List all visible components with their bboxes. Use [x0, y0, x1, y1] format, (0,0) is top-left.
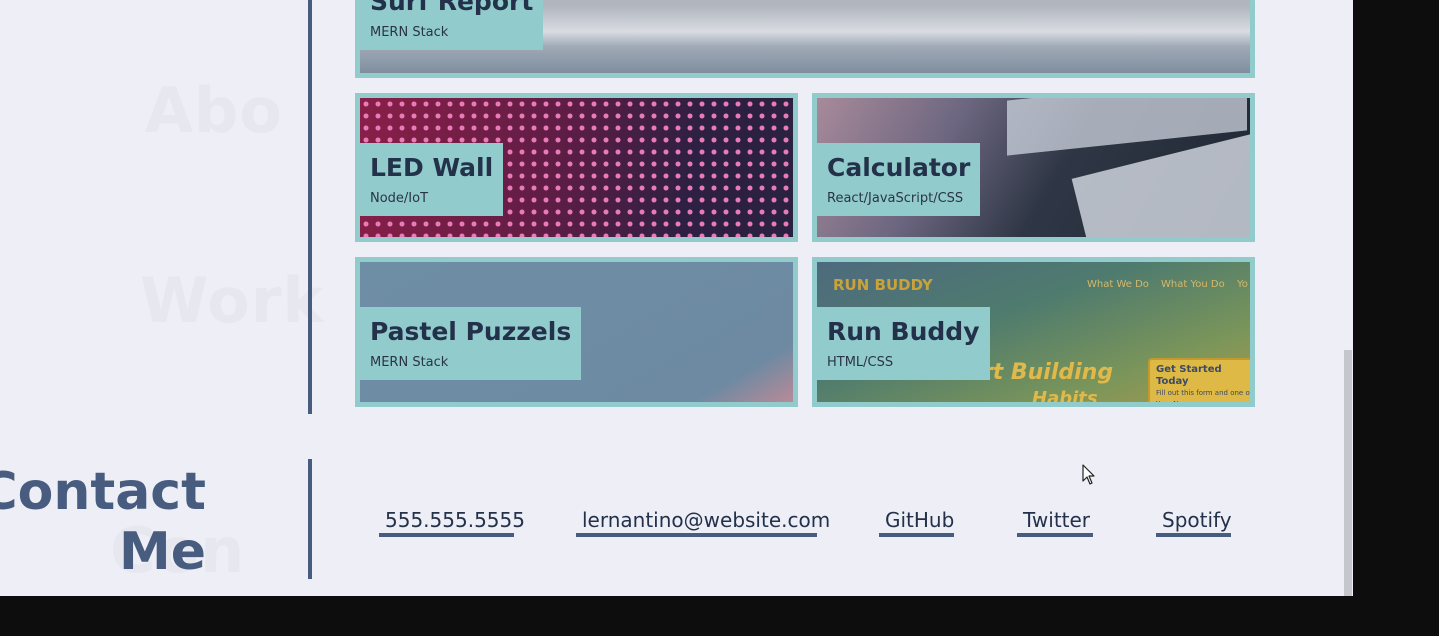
spotify-link[interactable]: Spotify: [1156, 507, 1232, 537]
contact-title-line-1: Contact: [0, 462, 206, 522]
project-title: Pastel Puzzels: [370, 317, 572, 346]
vertical-scrollbar[interactable]: [1339, 0, 1353, 596]
phone-link[interactable]: 555.555.5555: [379, 507, 525, 537]
page-viewport: Abo Work Con Surf Report MERN Stack LED …: [0, 0, 1353, 596]
run-buddy-form-box: Get Started Today Fill out this form and…: [1148, 358, 1253, 407]
run-buddy-nav-2: What You Do: [1161, 279, 1225, 290]
project-card-led-wall[interactable]: LED Wall Node/IoT: [355, 93, 798, 242]
project-label: Run Buddy HTML/CSS: [817, 307, 990, 380]
email-link[interactable]: lernantino@website.com: [576, 507, 830, 537]
github-link[interactable]: GitHub: [879, 507, 954, 537]
run-buddy-form-text: Fill out this form and one of: [1156, 389, 1253, 397]
run-buddy-form-title: Get Started Today: [1156, 364, 1222, 387]
project-stack: MERN Stack: [370, 25, 449, 40]
project-card-run-buddy[interactable]: RUN BUDDY What We Do What You Do Yo art …: [812, 257, 1255, 407]
project-label: Pastel Puzzels MERN Stack: [360, 307, 582, 380]
mouse-cursor-icon: [1082, 464, 1095, 485]
project-title: Run Buddy: [827, 317, 980, 346]
project-card-pastel-puzzels[interactable]: Pastel Puzzels MERN Stack: [355, 257, 798, 407]
ghost-heading-work: Work: [140, 264, 325, 337]
run-buddy-nav-3: Yo: [1237, 279, 1248, 290]
project-label: Surf Report MERN Stack: [360, 0, 544, 50]
contact-section-title: Contact Me: [0, 462, 206, 582]
run-buddy-form-field: Your Name: [1156, 400, 1194, 407]
contact-title-line-2: Me: [118, 522, 206, 582]
project-stack: React/JavaScript/CSS: [827, 191, 964, 206]
run-buddy-hero-text-2: Habits: [1032, 388, 1098, 407]
ghost-heading-about: Abo: [145, 74, 283, 147]
project-label: LED Wall Node/IoT: [360, 143, 504, 216]
project-stack: MERN Stack: [370, 355, 449, 370]
project-card-calculator[interactable]: Calculator React/JavaScript/CSS: [812, 93, 1255, 242]
scrollbar-thumb[interactable]: [1344, 350, 1352, 596]
run-buddy-nav-1: What We Do: [1087, 279, 1149, 290]
run-buddy-logo-text: RUN BUDDY: [833, 276, 933, 294]
project-card-surf-report[interactable]: Surf Report MERN Stack: [355, 0, 1255, 78]
contact-section-divider: [308, 459, 312, 579]
project-title: LED Wall: [370, 153, 494, 182]
work-section-divider: [308, 0, 312, 414]
twitter-link[interactable]: Twitter: [1017, 507, 1093, 537]
project-stack: HTML/CSS: [827, 355, 894, 370]
project-label: Calculator React/JavaScript/CSS: [817, 143, 981, 216]
project-title: Surf Report: [370, 0, 534, 16]
project-title: Calculator: [827, 153, 971, 182]
project-stack: Node/IoT: [370, 191, 429, 206]
